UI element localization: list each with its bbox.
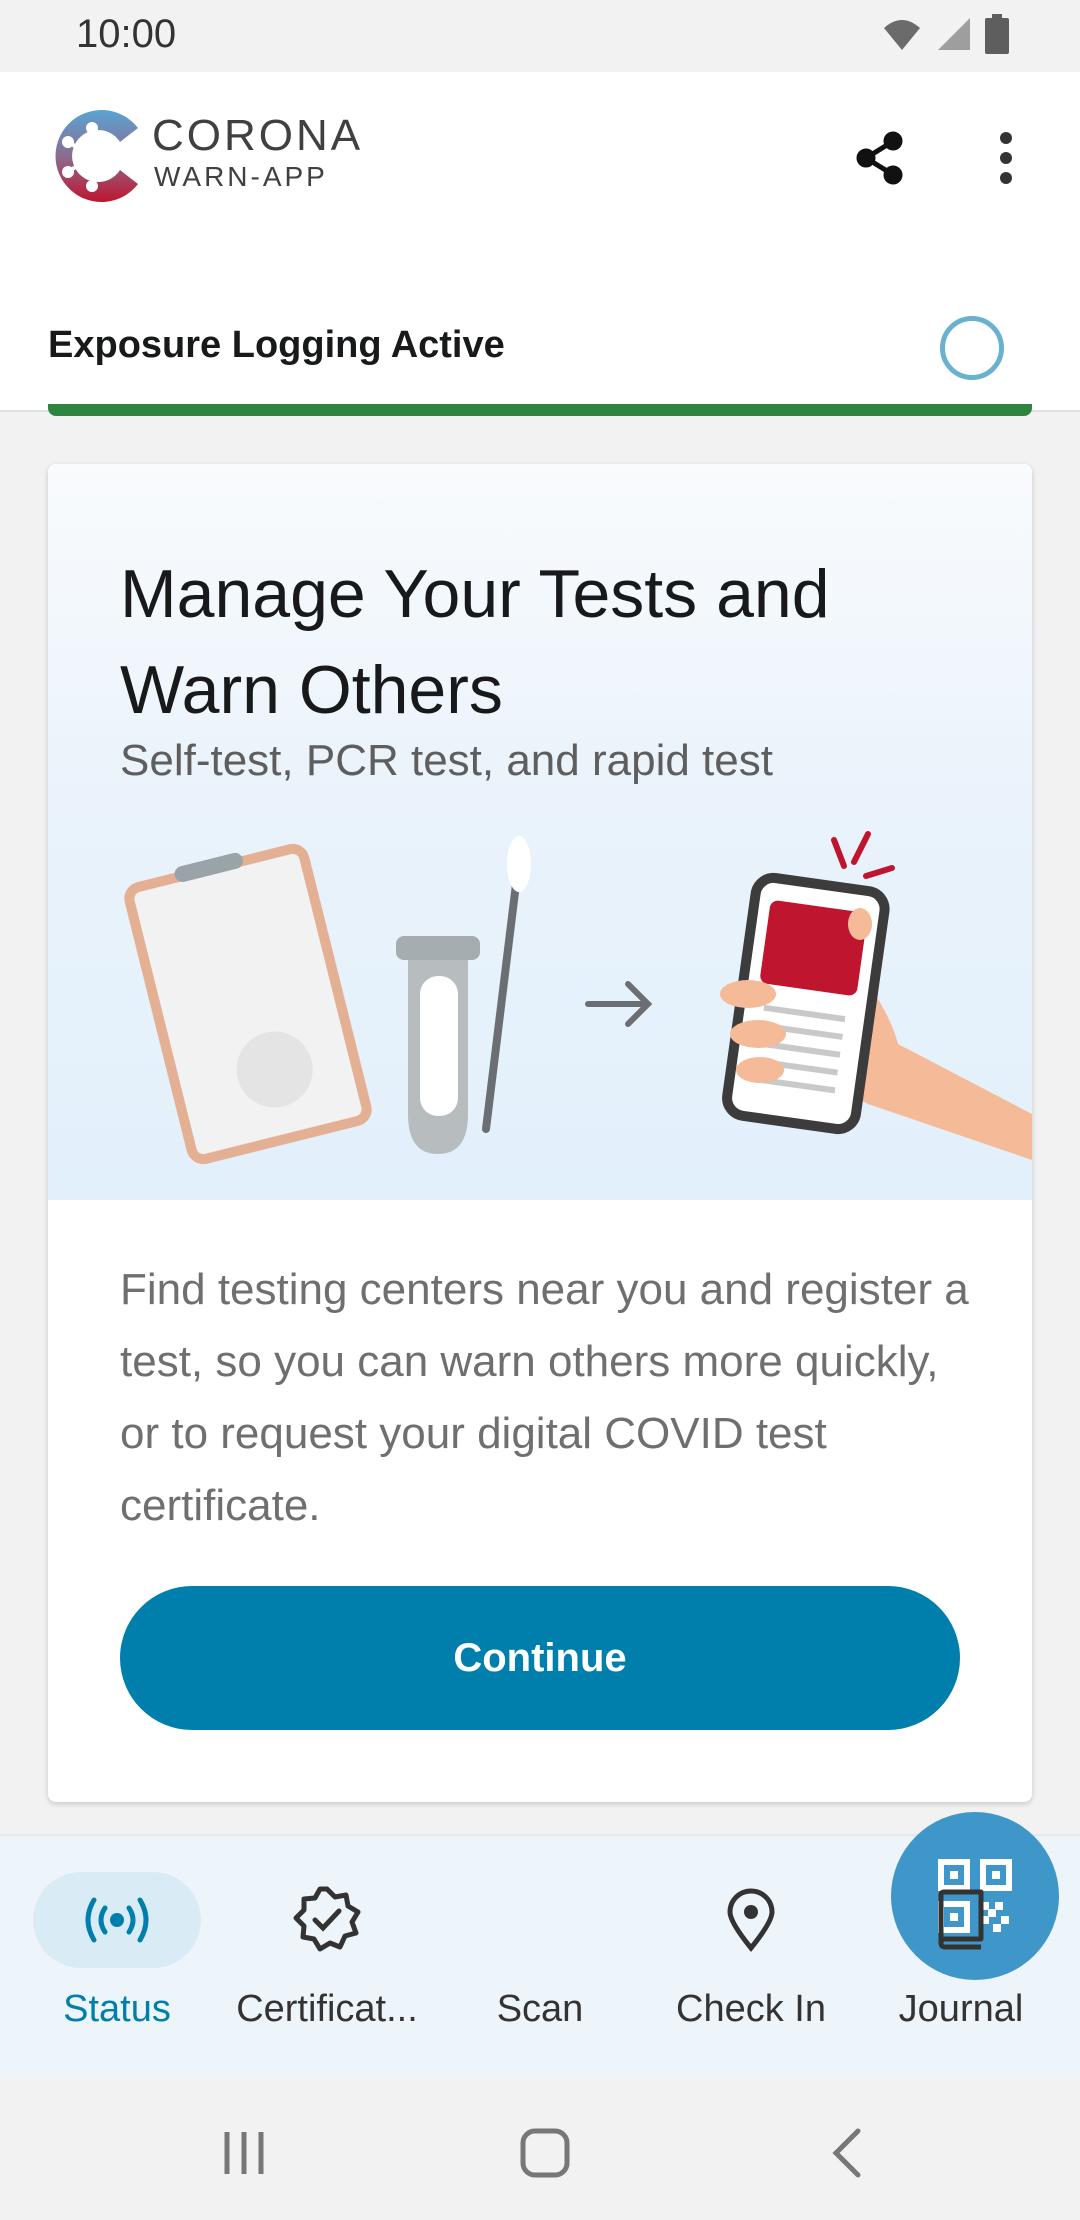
- bottom-navigation: Status Certificat... Scan Check In Journ…: [0, 1812, 1080, 2080]
- logo-text: CORONA WARN-APP: [152, 112, 363, 194]
- card-title: Manage Your Tests and Warn Others: [120, 556, 830, 728]
- system-icons: [880, 14, 1010, 54]
- home-icon: [520, 2128, 570, 2178]
- back-icon: [832, 2128, 861, 2178]
- logo-line2: WARN-APP: [154, 161, 328, 192]
- more-options-button[interactable]: [986, 128, 1026, 188]
- broadcast-icon: [33, 1872, 201, 1968]
- logo-line1: CORONA: [152, 111, 364, 160]
- nav-label-journal: Journal: [898, 1988, 1024, 2030]
- system-navigation-bar: [0, 2078, 1080, 2220]
- back-button[interactable]: [808, 2118, 888, 2188]
- exposure-status-row[interactable]: Exposure Logging Active: [0, 292, 1080, 402]
- share-button[interactable]: [850, 128, 910, 188]
- test-management-card[interactable]: Manage Your Tests and Warn Others Self-t…: [48, 464, 1032, 1802]
- signal-icon: [938, 18, 970, 50]
- more-vert-icon: [1000, 132, 1012, 184]
- nav-label-certificates: Certificat...: [236, 1988, 418, 2030]
- card-hero: Manage Your Tests and Warn Others Self-t…: [48, 464, 1032, 1200]
- status-time: 10:00: [76, 12, 177, 56]
- share-icon: [856, 131, 903, 185]
- status-bar: 10:00: [0, 0, 1080, 72]
- battery-icon: [985, 14, 1009, 54]
- nav-label-status: Status: [63, 1988, 171, 2030]
- app-header: CORONA WARN-APP Exposure Logging Active: [0, 72, 1080, 412]
- location-pin-icon: [667, 1872, 835, 1968]
- recents-icon: [224, 2132, 264, 2174]
- card-description: Find testing centers near you and regist…: [120, 1265, 969, 1530]
- risk-card-bottom-edge: [48, 404, 1032, 416]
- nav-item-scan[interactable]: Scan: [435, 1812, 1059, 2080]
- continue-button[interactable]: Continue: [120, 1586, 960, 1730]
- nav-item-certificates[interactable]: Certificat...: [222, 1836, 432, 2080]
- nav-label-check-in: Check In: [676, 1988, 826, 2030]
- card-subtitle: Self-test, PCR test, and rapid test: [120, 736, 773, 785]
- home-button[interactable]: [505, 2118, 585, 2188]
- exposure-progress-ring-icon: [940, 316, 1004, 380]
- nav-item-check-in[interactable]: Check In: [646, 1836, 856, 2080]
- nav-item-status[interactable]: Status: [12, 1836, 222, 2080]
- recents-button[interactable]: [204, 2118, 284, 2188]
- nav-item-journal[interactable]: Journal: [856, 1836, 1066, 2080]
- book-icon: [877, 1872, 1045, 1968]
- corona-warn-app-logo-icon: [55, 110, 138, 202]
- certificate-icon: [243, 1872, 411, 1968]
- wifi-icon: [884, 20, 920, 50]
- test-illustration-icon: [124, 831, 1032, 1165]
- nav-label-scan: Scan: [496, 1988, 584, 2030]
- exposure-status-label: Exposure Logging Active: [48, 324, 505, 366]
